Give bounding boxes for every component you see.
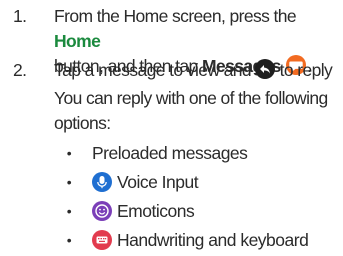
list-item: • Voice Input	[0, 169, 343, 195]
list-item: • Emoticons	[0, 198, 343, 224]
option-label: Emoticons	[117, 201, 195, 221]
reply-arrow-icon	[255, 59, 276, 86]
option-label: Voice Input	[117, 172, 199, 192]
list-item: • Preloaded messages	[0, 140, 343, 166]
step-number: 2.	[13, 60, 27, 80]
home-button-label: Home	[54, 31, 101, 51]
option-content: Voice Input	[92, 169, 199, 195]
option-label: Preloaded messages	[92, 143, 248, 163]
instructions-document: 1. From the Home screen, press the Home …	[0, 0, 343, 256]
list-item: • Handwriting and keyboard	[0, 227, 343, 253]
step-line: options:	[54, 113, 111, 133]
step-line: Tap a message to view and to reply	[54, 58, 343, 86]
bullet: •	[66, 232, 72, 248]
option-content: Preloaded messages	[92, 140, 248, 166]
step-number: 1.	[13, 6, 27, 26]
keyboard-icon	[92, 230, 112, 250]
option-content: Emoticons	[92, 198, 195, 224]
smiley-icon	[92, 201, 112, 221]
option-label: Handwriting and keyboard	[117, 230, 309, 250]
step-text: to reply	[275, 60, 333, 80]
step-text: From the Home screen, press the	[54, 6, 297, 26]
step-text: Tap a message to view and	[54, 60, 256, 80]
option-content: Handwriting and keyboard	[92, 227, 309, 253]
bullet: •	[66, 145, 72, 161]
step-line: You can reply with one of the following	[54, 88, 328, 108]
step-body: Tap a message to view and to reply You c…	[54, 58, 343, 136]
step-line: From the Home screen, press the Home	[54, 4, 343, 54]
bullet: •	[66, 203, 72, 219]
microphone-icon	[92, 172, 112, 192]
bullet: •	[66, 174, 72, 190]
